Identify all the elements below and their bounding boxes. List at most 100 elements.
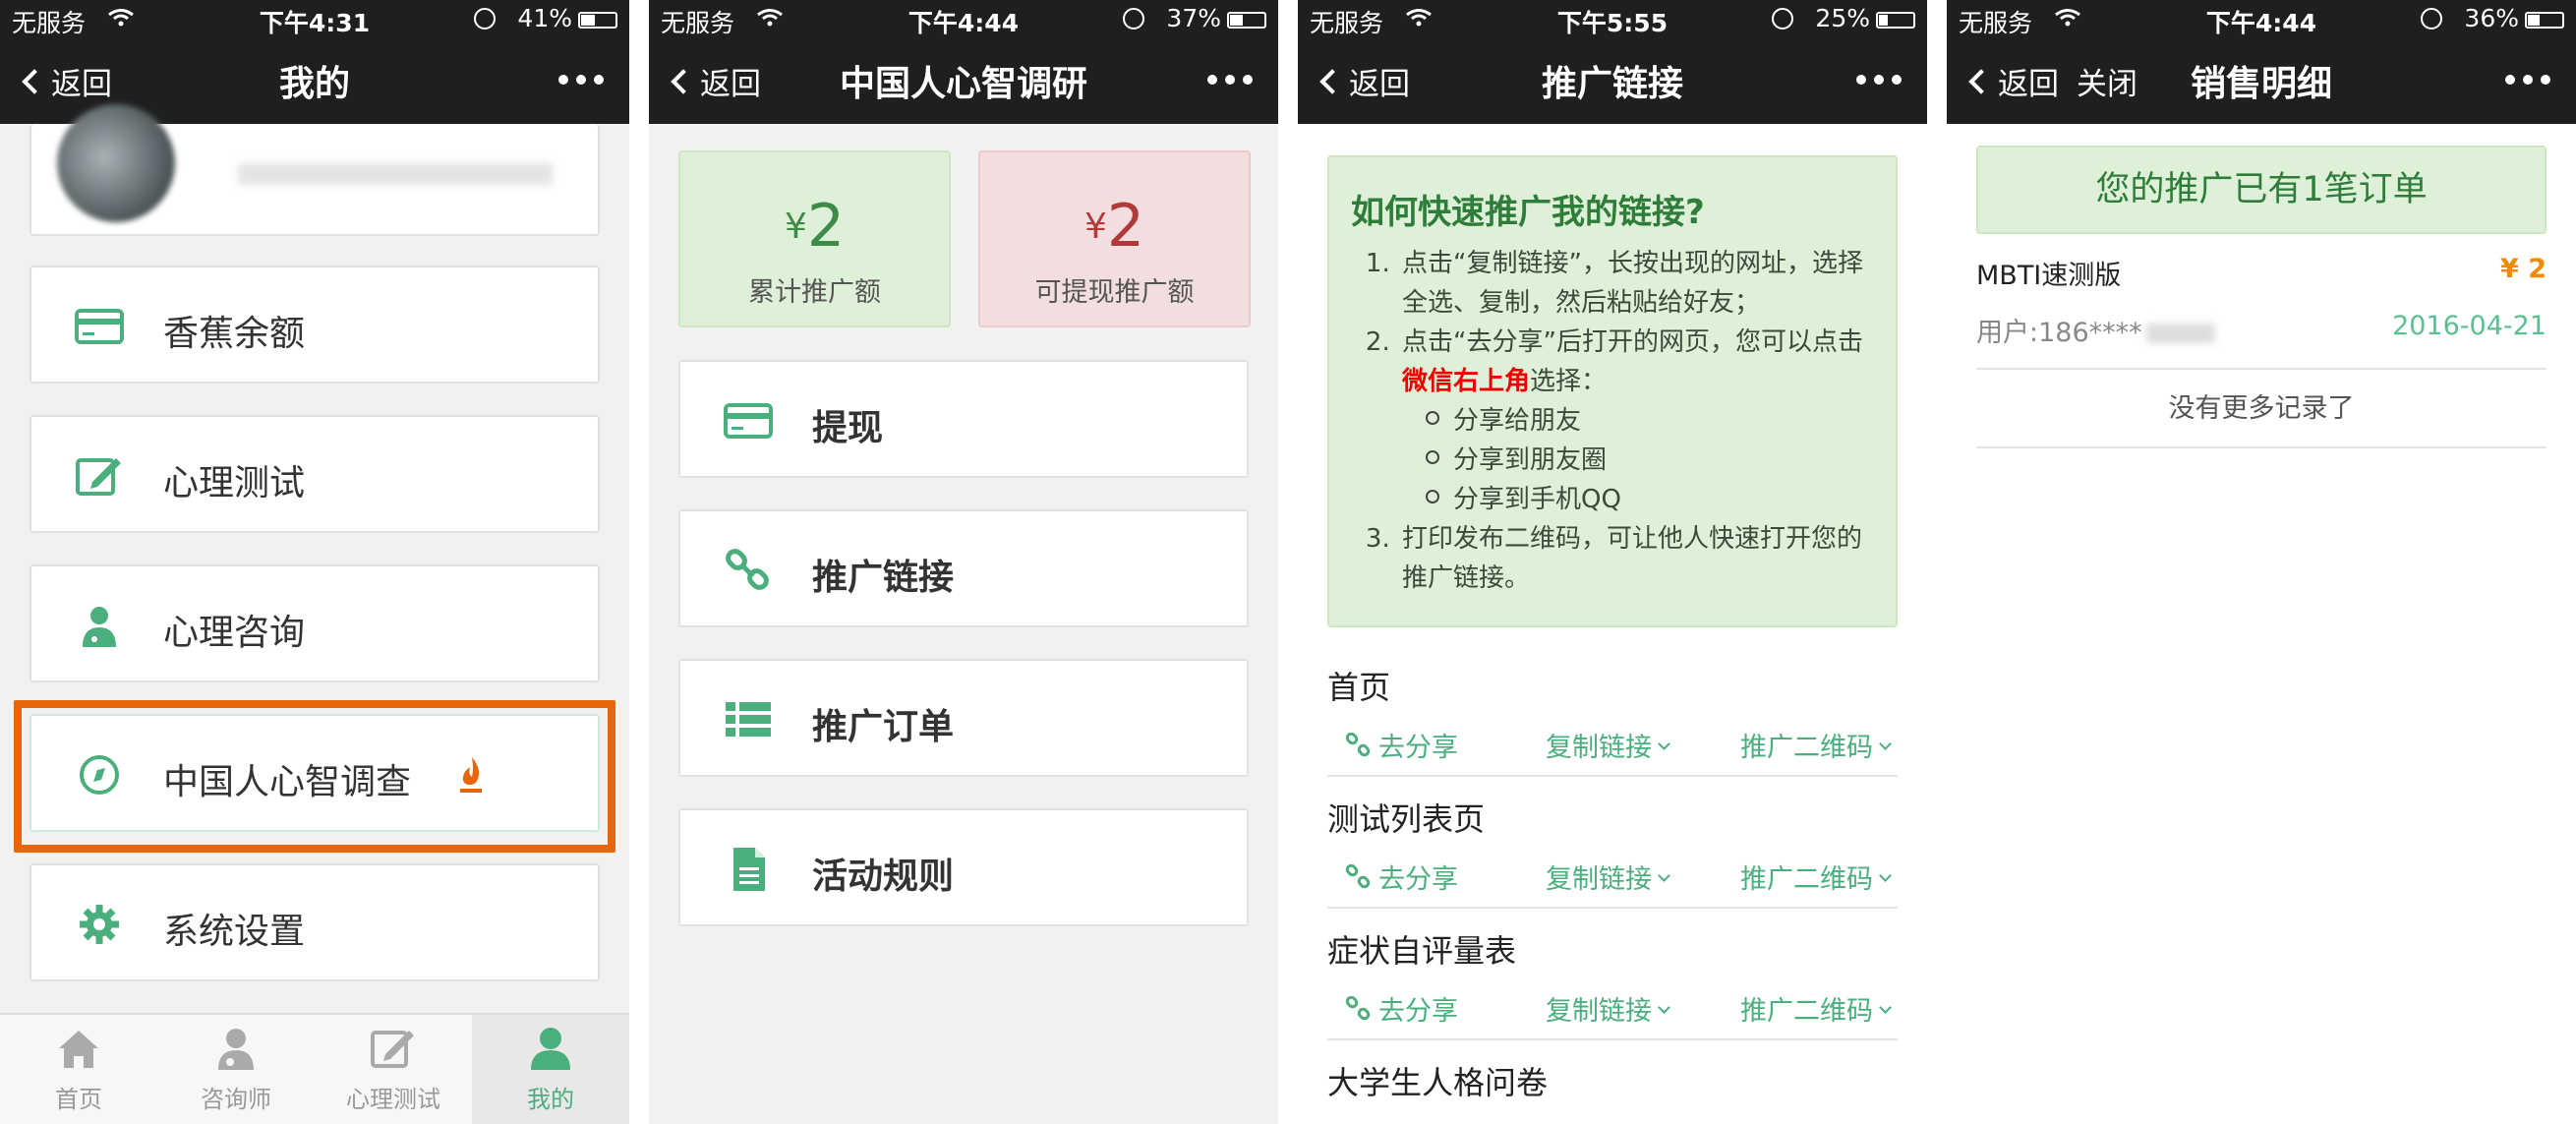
share-option: 分享到朋友圈 — [1422, 441, 1880, 480]
menu-label: 推广订单 — [812, 707, 955, 747]
page-title: 我的 — [278, 64, 350, 104]
tab-label: 咨询师 — [201, 1086, 271, 1113]
link-section: 首页 去分享 复制链接 推广二维码 — [1327, 663, 1898, 777]
status-bar: 无服务 下午4:44 37% — [649, 0, 1278, 37]
chevron-down-icon — [1658, 1001, 1670, 1014]
battery-icon — [2525, 12, 2564, 29]
chevron-down-icon — [1879, 869, 1892, 882]
tip-steps: 点击“复制链接”，长按出现的网址，选择全选、复制，然后粘贴给好友； 点击“去分享… — [1398, 244, 1880, 598]
list-icon — [726, 702, 771, 737]
tip-step-3: 打印发布二维码，可让他人快速打开您的推广链接。 — [1398, 519, 1880, 598]
highlight-frame — [14, 700, 615, 853]
link-icon — [1345, 995, 1371, 1020]
orientation-lock-icon — [1123, 8, 1144, 30]
tab-home[interactable]: 首页 — [0, 1015, 157, 1124]
menu-item-settings[interactable]: 系统设置 — [29, 863, 600, 981]
edit-icon — [371, 1031, 414, 1068]
menu-item-promo-orders[interactable]: 推广订单 — [678, 659, 1249, 777]
promo-links-screen: 无服务 下午5:55 25% 返回 推广链接 如何快速推广我的链接? 点击“复制… — [1298, 0, 1927, 1124]
menu-item-rules[interactable]: 活动规则 — [678, 808, 1249, 926]
order-product: MBTI速测版 — [1976, 261, 2122, 291]
wechat-corner-highlight: 微信右上角 — [1402, 367, 1531, 396]
tip-step-1: 点击“复制链接”，长按出现的网址，选择全选、复制，然后粘贴给好友； — [1398, 244, 1880, 323]
document-icon — [733, 848, 765, 891]
status-bar: 无服务 下午4:44 36% — [1947, 0, 2576, 37]
menu-item-counseling[interactable]: 心理咨询 — [29, 564, 600, 682]
orientation-lock-icon — [1772, 8, 1793, 30]
share-button[interactable]: 去分享 — [1345, 989, 1458, 1028]
gear-icon — [80, 905, 119, 944]
tab-label: 首页 — [55, 1086, 102, 1113]
qr-code-dropdown[interactable]: 推广二维码 — [1740, 858, 1892, 896]
menu-label: 提现 — [812, 408, 884, 448]
card-icon — [724, 403, 773, 439]
stat-caption: 可提现推广额 — [1034, 277, 1195, 308]
menu-item-banana-balance[interactable]: 香蕉余额 — [29, 266, 600, 384]
tab-psych-test[interactable]: 心理测试 — [315, 1015, 472, 1124]
qr-code-dropdown[interactable]: 推广二维码 — [1740, 726, 1892, 764]
order-user: 用户:186**** — [1976, 311, 2215, 349]
copy-link-dropdown[interactable]: 复制链接 — [1546, 858, 1670, 896]
orders-banner: 您的推广已有1笔订单 — [1976, 146, 2547, 234]
section-title: 大学生人格问卷 — [1327, 1064, 1549, 1101]
link-icon — [726, 549, 769, 590]
chevron-down-icon — [1879, 738, 1892, 750]
qr-code-dropdown[interactable]: 推广二维码 — [1740, 989, 1892, 1028]
battery-percent: 36% — [2464, 4, 2519, 32]
link-section: 测试列表页 去分享 复制链接 推广二维码 — [1327, 795, 1898, 909]
tab-mine[interactable]: 我的 — [472, 1015, 629, 1124]
doctor-icon — [83, 607, 116, 647]
stat-caption: 累计推广额 — [748, 277, 881, 308]
profile-card[interactable] — [29, 104, 600, 236]
more-menu-button[interactable] — [1856, 75, 1902, 85]
menu-item-withdraw[interactable]: 提现 — [678, 360, 1249, 478]
tab-label: 我的 — [527, 1086, 574, 1113]
avatar — [57, 104, 175, 222]
link-section: 症状自评量表 去分享 复制链接 推广二维码 — [1327, 926, 1898, 1040]
section-title: 首页 — [1327, 669, 1391, 706]
withdrawable-stat: ¥2 可提现推广额 — [978, 150, 1251, 327]
share-option: 分享给朋友 — [1422, 401, 1880, 441]
sales-detail-screen: 无服务 下午4:44 36% 返回 关闭 销售明细 您的推广已有1笔订单 MBT… — [1947, 0, 2576, 1124]
nav-bar: 返回 中国人心智调研 — [649, 37, 1278, 124]
home-icon — [59, 1031, 98, 1068]
battery-fill — [1879, 15, 1888, 26]
link-icon — [1345, 863, 1371, 888]
stat-amount: ¥2 — [784, 192, 846, 261]
section-title: 症状自评量表 — [1327, 932, 1517, 970]
battery-fill — [2528, 15, 2541, 26]
menu-item-psych-test[interactable]: 心理测试 — [29, 415, 600, 533]
menu-label: 心理咨询 — [163, 613, 306, 653]
menu-item-promo-link[interactable]: 推广链接 — [678, 509, 1249, 627]
orientation-lock-icon — [474, 8, 496, 30]
link-section: 大学生人格问卷 — [1327, 1058, 1898, 1103]
battery-icon — [1876, 12, 1915, 29]
tab-counselor[interactable]: 咨询师 — [157, 1015, 315, 1124]
chevron-down-icon — [1658, 869, 1670, 882]
page-title: 销售明细 — [2190, 64, 2332, 104]
battery-percent: 25% — [1815, 4, 1870, 32]
share-button[interactable]: 去分享 — [1345, 858, 1458, 896]
tab-label: 心理测试 — [346, 1086, 440, 1113]
battery-percent: 41% — [517, 4, 572, 32]
total-promotion-stat: ¥2 累计推广额 — [678, 150, 951, 327]
copy-link-dropdown[interactable]: 复制链接 — [1546, 989, 1670, 1028]
order-row[interactable]: MBTI速测版 ¥ 2 用户:186**** 2016-04-21 — [1976, 254, 2547, 370]
mind-survey-screen: 无服务 下午4:44 37% 返回 中国人心智调研 ¥2 累计推广额 ¥2 可提… — [649, 0, 1278, 1124]
battery-percent: 37% — [1166, 4, 1221, 32]
menu-label: 推广链接 — [812, 558, 955, 598]
menu-label: 活动规则 — [812, 857, 955, 897]
orientation-lock-icon — [2421, 8, 2442, 30]
more-menu-button[interactable] — [1207, 75, 1253, 85]
menu-label: 心理测试 — [163, 463, 306, 503]
tip-step-2: 点击“去分享”后打开的网页，您可以点击微信右上角选择： 分享给朋友 分享到朋友圈… — [1398, 323, 1880, 519]
order-amount: ¥ 2 — [2500, 254, 2547, 284]
more-menu-button[interactable] — [558, 75, 604, 85]
share-button[interactable]: 去分享 — [1345, 726, 1458, 764]
copy-link-dropdown[interactable]: 复制链接 — [1546, 726, 1670, 764]
nav-bar: 返回 关闭 销售明细 — [1947, 37, 2576, 124]
status-bar: 无服务 下午5:55 25% — [1298, 0, 1927, 37]
battery-icon — [1227, 12, 1266, 29]
page-title: 推广链接 — [1541, 64, 1683, 104]
more-menu-button[interactable] — [2505, 75, 2550, 85]
